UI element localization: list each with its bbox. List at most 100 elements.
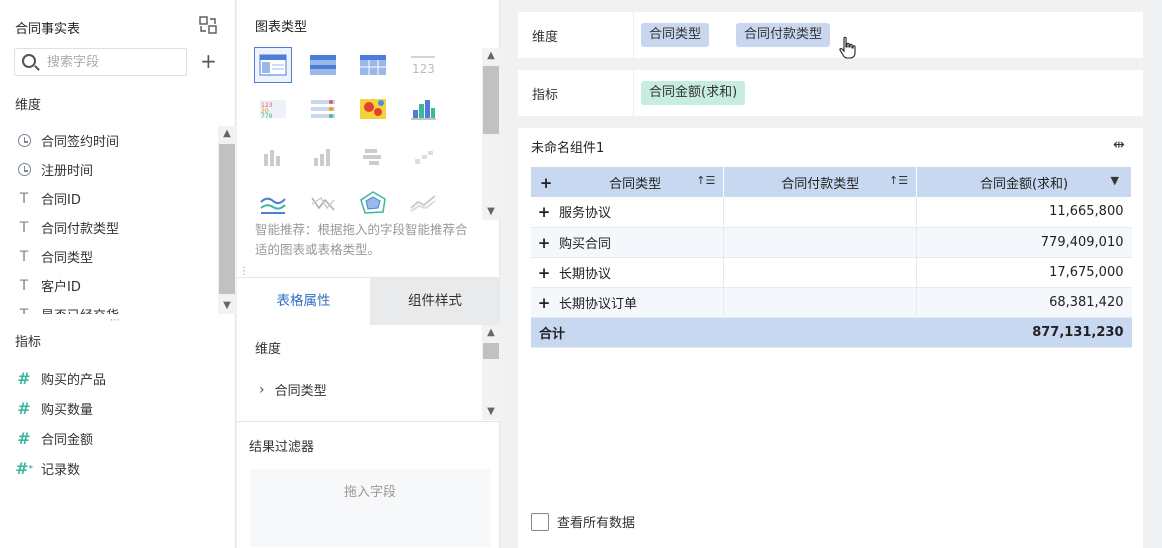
- scroll-up-icon[interactable]: ▲: [218, 126, 236, 142]
- clock-icon: [15, 161, 33, 179]
- column-header[interactable]: + 合同类型 ↑☰: [531, 167, 725, 197]
- resize-handle-icon[interactable]: ⋯: [110, 315, 121, 326]
- column-header[interactable]: 合同付款类型 ↑☰: [723, 167, 918, 197]
- expand-all-icon[interactable]: +: [539, 174, 553, 192]
- switch-dataset-icon[interactable]: [199, 16, 217, 34]
- line-chart-icon[interactable]: [254, 185, 292, 221]
- table-row: + 购买合同 779,409,010: [531, 227, 1132, 258]
- total-row: 合计 877,131,230: [531, 317, 1132, 348]
- total-label: 合计: [531, 317, 917, 348]
- radar-line-icon[interactable]: [304, 185, 342, 221]
- measure-list: # 购买的产品 # 购买数量 # 合同金额 # * 记录数: [0, 363, 218, 483]
- tab-component-style[interactable]: 组件样式: [370, 278, 500, 325]
- tab-table-properties[interactable]: 表格属性: [237, 278, 370, 325]
- dimension-tree-item[interactable]: › 合同类型: [259, 380, 327, 400]
- field-label: 购买的产品: [41, 372, 107, 388]
- dimension-shelf: 维度 合同类型 合同付款类型: [518, 12, 1143, 58]
- text-icon: T: [19, 277, 29, 294]
- text-icon: T: [19, 248, 29, 265]
- measure-pill[interactable]: 合同金额(求和): [641, 81, 746, 105]
- field-search[interactable]: [14, 48, 187, 76]
- field-item[interactable]: 合同签约时间: [0, 126, 218, 155]
- scroll-down-icon[interactable]: ▼: [482, 404, 500, 420]
- dimension-pill[interactable]: 合同付款类型: [736, 23, 831, 47]
- search-input[interactable]: [47, 52, 182, 72]
- resize-handle-icon[interactable]: ⋮: [239, 266, 250, 277]
- expand-icon[interactable]: +: [537, 203, 551, 221]
- result-filter-label: 结果过滤器: [249, 440, 315, 455]
- field-item[interactable]: T 合同类型: [0, 242, 218, 271]
- field-item[interactable]: T 是否已经交货: [0, 300, 218, 315]
- sort-icon[interactable]: ↑☰: [889, 174, 908, 187]
- field-label: 合同签约时间: [41, 135, 120, 150]
- dimension-pill[interactable]: 合同类型: [641, 23, 710, 47]
- field-item[interactable]: T 合同ID: [0, 184, 218, 213]
- component-preview: 未命名组件1 ⇹ + 合同类型 ↑☰ 合同付款类型 ↑☰ 合同金额(求和) ▼: [518, 128, 1143, 548]
- field-item[interactable]: # 购买数量: [0, 393, 218, 423]
- grouped-table: + 合同类型 ↑☰ 合同付款类型 ↑☰ 合同金额(求和) ▼ + 服务协议 11,…: [531, 167, 1132, 348]
- property-scrollbar[interactable]: ▲ ▼: [482, 325, 500, 420]
- heatmap-icon[interactable]: [354, 91, 392, 127]
- text-compare-icon[interactable]: 123 20 778: [254, 91, 292, 127]
- row-category[interactable]: + 长期协议: [531, 257, 725, 288]
- dimension-tree-label: 合同类型: [274, 384, 327, 399]
- expand-icon[interactable]: +: [537, 264, 551, 282]
- field-item[interactable]: 注册时间: [0, 155, 218, 184]
- sort-icon[interactable]: ↑☰: [696, 174, 715, 187]
- waterfall-icon[interactable]: [354, 139, 392, 175]
- list-bars-icon[interactable]: [304, 91, 342, 127]
- total-value: 877,131,230: [916, 317, 1132, 348]
- scroll-thumb[interactable]: [483, 343, 499, 359]
- area-chart-icon[interactable]: [404, 185, 442, 221]
- smart-recommend-hint: 智能推荐：根据拖入的字段智能推荐合适的图表或表格类型。: [255, 222, 468, 257]
- dropdown-icon[interactable]: ▼: [1111, 174, 1119, 187]
- field-label: 合同类型: [41, 251, 94, 266]
- field-item[interactable]: T 合同付款类型: [0, 213, 218, 242]
- cross-table-icon[interactable]: [304, 47, 342, 83]
- scroll-up-icon[interactable]: ▲: [482, 48, 500, 64]
- field-item[interactable]: # 合同金额: [0, 423, 218, 453]
- grouped-table-icon[interactable]: [254, 47, 292, 83]
- filter-drop-zone[interactable]: 拖入字段: [250, 469, 490, 547]
- row-category[interactable]: + 服务协议: [531, 197, 725, 228]
- field-panel: 合同事实表 + 维度 合同签约时间 注册时间 T 合同ID T 合同付款类型 T 合同…: [0, 0, 236, 548]
- record-count-icon: # *: [15, 458, 33, 478]
- dimension-list: 合同签约时间 注册时间 T合同ID T合同付款类型 T 合同类型 T 客户ID T是…: [0, 126, 218, 314]
- kpi-card-icon[interactable]: 123: [404, 47, 442, 83]
- fit-width-icon[interactable]: ⇹: [1113, 137, 1125, 153]
- row-category[interactable]: + 长期协议订单: [531, 287, 725, 318]
- scroll-down-icon[interactable]: ▼: [482, 204, 500, 220]
- scroll-thumb[interactable]: [219, 144, 235, 294]
- expand-icon[interactable]: +: [537, 234, 551, 252]
- view-all-checkbox[interactable]: [531, 512, 549, 531]
- view-all-data[interactable]: 查看所有数据: [531, 512, 635, 531]
- chart-type-scrollbar[interactable]: ▲ ▼: [482, 48, 500, 220]
- histogram-icon[interactable]: [404, 91, 442, 127]
- row-category[interactable]: + 购买合同: [531, 227, 725, 258]
- column-header[interactable]: 合同金额(求和) ▼: [916, 167, 1132, 197]
- field-item[interactable]: # 购买的产品: [0, 363, 218, 393]
- scroll-up-icon[interactable]: ▲: [482, 325, 500, 341]
- field-label: 客户ID: [41, 280, 81, 295]
- component-title: 未命名组件1: [531, 141, 605, 156]
- measure-shelf: 指标 合同金额(求和): [518, 70, 1143, 116]
- dimension-scrollbar[interactable]: ▲ ▼: [218, 126, 236, 314]
- radar-chart-icon[interactable]: [354, 185, 392, 221]
- chevron-right-icon: ›: [259, 381, 265, 398]
- bar-chart-icon[interactable]: [254, 139, 292, 175]
- expand-icon[interactable]: +: [537, 294, 551, 312]
- detail-table-icon[interactable]: [354, 47, 392, 83]
- add-field-button[interactable]: +: [200, 51, 217, 71]
- column-chart-icon[interactable]: [304, 139, 342, 175]
- scroll-thumb[interactable]: [483, 66, 499, 134]
- small-bars-icon[interactable]: [404, 139, 442, 175]
- field-item[interactable]: # * 记录数: [0, 453, 218, 483]
- row-subcategory: [723, 257, 918, 288]
- property-tabs: 表格属性 组件样式: [237, 277, 500, 325]
- field-label: 合同付款类型: [41, 222, 120, 237]
- field-item[interactable]: T 客户ID: [0, 271, 218, 300]
- shelf-separator: [633, 70, 634, 116]
- row-amount: 17,675,000: [916, 257, 1132, 288]
- scroll-down-icon[interactable]: ▼: [218, 298, 236, 314]
- field-label: 记录数: [41, 462, 81, 478]
